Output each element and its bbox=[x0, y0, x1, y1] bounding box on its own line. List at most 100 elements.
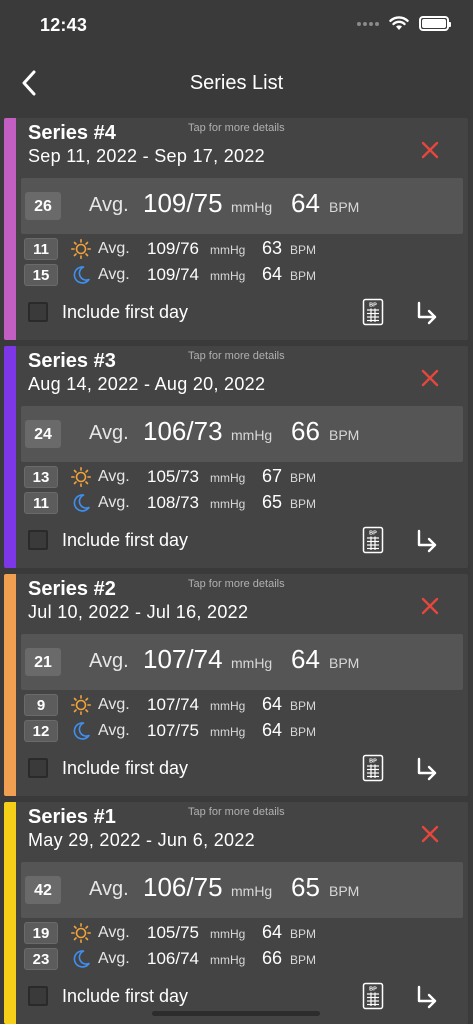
nighttime-average: 23 Avg. 106/74 mmHg 66 BPM bbox=[24, 948, 444, 970]
night-pulse-value: 66 bbox=[262, 948, 283, 968]
blood-pressure-value: 109/75 bbox=[143, 188, 223, 218]
include-first-day-checkbox[interactable] bbox=[28, 530, 48, 550]
report-button[interactable]: BP bbox=[362, 298, 384, 326]
report-icon-text: BP bbox=[369, 759, 377, 765]
bpm-unit: BPM bbox=[290, 927, 317, 941]
night-blood-pressure-value: 108/73 bbox=[147, 493, 199, 512]
cellular-signal-icon bbox=[357, 21, 379, 26]
mmhg-unit: mmHg bbox=[210, 471, 246, 485]
overall-average: 24 Avg. 106/73 mmHg 66 BPM bbox=[21, 406, 463, 462]
sun-icon bbox=[71, 923, 91, 943]
day-count-badge: 11 bbox=[24, 238, 58, 260]
series-card[interactable]: Series #1 Tap for more details May 29, 2… bbox=[4, 802, 468, 1024]
day-blood-pressure-value: 105/73 bbox=[147, 467, 199, 486]
day-count-badge: 9 bbox=[24, 694, 58, 716]
mmhg-unit: mmHg bbox=[231, 199, 273, 215]
details-hint: Tap for more details bbox=[188, 578, 285, 590]
series-card[interactable]: Series #3 Tap for more details Aug 14, 2… bbox=[4, 346, 468, 568]
night-count-badge: 11 bbox=[24, 492, 58, 514]
bpm-unit: BPM bbox=[290, 243, 317, 257]
night-blood-pressure-value: 107/75 bbox=[147, 721, 199, 740]
daytime-average: 11 Avg. 109/76 mmHg 63 BPM bbox=[24, 238, 444, 260]
navigation-bar: Series List bbox=[0, 52, 473, 114]
bpm-unit: BPM bbox=[329, 427, 360, 443]
bp-report-icon: BP bbox=[362, 526, 384, 554]
blood-pressure-value: 106/73 bbox=[143, 416, 223, 446]
delete-button[interactable] bbox=[418, 138, 442, 162]
reading-count-badge: 24 bbox=[25, 420, 61, 448]
mmhg-unit: mmHg bbox=[210, 269, 246, 283]
night-pulse-value: 65 bbox=[262, 492, 283, 512]
night-blood-pressure-value: 106/74 bbox=[147, 949, 199, 968]
daytime-average: 19 Avg. 105/75 mmHg 64 BPM bbox=[24, 922, 444, 944]
delete-button[interactable] bbox=[418, 822, 442, 846]
details-hint: Tap for more details bbox=[188, 122, 285, 134]
report-icon-text: BP bbox=[369, 303, 377, 309]
report-button[interactable]: BP bbox=[362, 982, 384, 1010]
day-pulse-value: 64 bbox=[262, 922, 283, 942]
export-button[interactable] bbox=[414, 756, 440, 782]
pulse-value: 64 bbox=[291, 188, 320, 218]
close-icon bbox=[421, 597, 439, 615]
bpm-unit: BPM bbox=[290, 953, 317, 967]
include-first-day-label: Include first day bbox=[62, 530, 189, 550]
arrow-turn-right-icon bbox=[417, 301, 437, 325]
series-dates: Jul 10, 2022 - Jul 16, 2022 bbox=[28, 602, 249, 622]
blood-pressure-value: 106/75 bbox=[143, 872, 223, 902]
mmhg-unit: mmHg bbox=[210, 699, 246, 713]
avg-label: Avg. bbox=[98, 494, 130, 511]
bp-report-icon: BP bbox=[362, 298, 384, 326]
close-icon bbox=[421, 141, 439, 159]
sun-icon bbox=[71, 239, 91, 259]
pulse-value: 64 bbox=[291, 644, 320, 674]
avg-label: Avg. bbox=[98, 950, 130, 967]
export-button[interactable] bbox=[414, 984, 440, 1010]
arrow-turn-right-icon bbox=[417, 985, 437, 1009]
delete-button[interactable] bbox=[418, 594, 442, 618]
close-icon bbox=[421, 369, 439, 387]
overall-average: 21 Avg. 107/74 mmHg 64 BPM bbox=[21, 634, 463, 690]
mmhg-unit: mmHg bbox=[210, 243, 246, 257]
series-color-stripe bbox=[4, 802, 16, 1024]
arrow-turn-right-icon bbox=[417, 529, 437, 553]
include-first-day-checkbox[interactable] bbox=[28, 986, 48, 1006]
moon-icon bbox=[73, 722, 90, 740]
details-hint: Tap for more details bbox=[188, 350, 285, 362]
mmhg-unit: mmHg bbox=[210, 725, 246, 739]
bpm-unit: BPM bbox=[329, 655, 360, 671]
pulse-value: 65 bbox=[291, 872, 320, 902]
nighttime-average: 15 Avg. 109/74 mmHg 64 BPM bbox=[24, 264, 444, 286]
series-dates: Aug 14, 2022 - Aug 20, 2022 bbox=[28, 374, 266, 394]
avg-label: Avg. bbox=[89, 194, 129, 216]
export-button[interactable] bbox=[414, 528, 440, 554]
report-button[interactable]: BP bbox=[362, 526, 384, 554]
include-first-day-checkbox[interactable] bbox=[28, 758, 48, 778]
day-blood-pressure-value: 107/74 bbox=[147, 695, 199, 714]
avg-label: Avg. bbox=[98, 468, 130, 485]
export-button[interactable] bbox=[414, 300, 440, 326]
series-title: Series #2 bbox=[28, 578, 116, 600]
day-pulse-value: 63 bbox=[262, 238, 283, 258]
bpm-unit: BPM bbox=[290, 725, 317, 739]
avg-label: Avg. bbox=[98, 722, 130, 739]
avg-label: Avg. bbox=[89, 878, 129, 900]
report-button[interactable]: BP bbox=[362, 754, 384, 782]
include-first-day-label: Include first day bbox=[62, 986, 189, 1006]
daytime-average: 9 Avg. 107/74 mmHg 64 BPM bbox=[24, 694, 444, 716]
series-title: Series #1 bbox=[28, 806, 116, 828]
overall-average: 26 Avg. 109/75 mmHg 64 BPM bbox=[21, 178, 463, 234]
night-count-badge: 23 bbox=[24, 948, 58, 970]
avg-label: Avg. bbox=[98, 240, 130, 257]
bpm-unit: BPM bbox=[290, 471, 317, 485]
series-card[interactable]: Series #2 Tap for more details Jul 10, 2… bbox=[4, 574, 468, 796]
delete-button[interactable] bbox=[418, 366, 442, 390]
series-card[interactable]: Series #4 Tap for more details Sep 11, 2… bbox=[4, 118, 468, 340]
page-title: Series List bbox=[189, 72, 284, 94]
bpm-unit: BPM bbox=[290, 497, 317, 511]
mmhg-unit: mmHg bbox=[210, 927, 246, 941]
battery-icon bbox=[419, 16, 451, 31]
home-indicator bbox=[152, 1011, 320, 1016]
reading-count-badge: 26 bbox=[25, 192, 61, 220]
include-first-day-checkbox[interactable] bbox=[28, 302, 48, 322]
night-blood-pressure-value: 109/74 bbox=[147, 265, 199, 284]
